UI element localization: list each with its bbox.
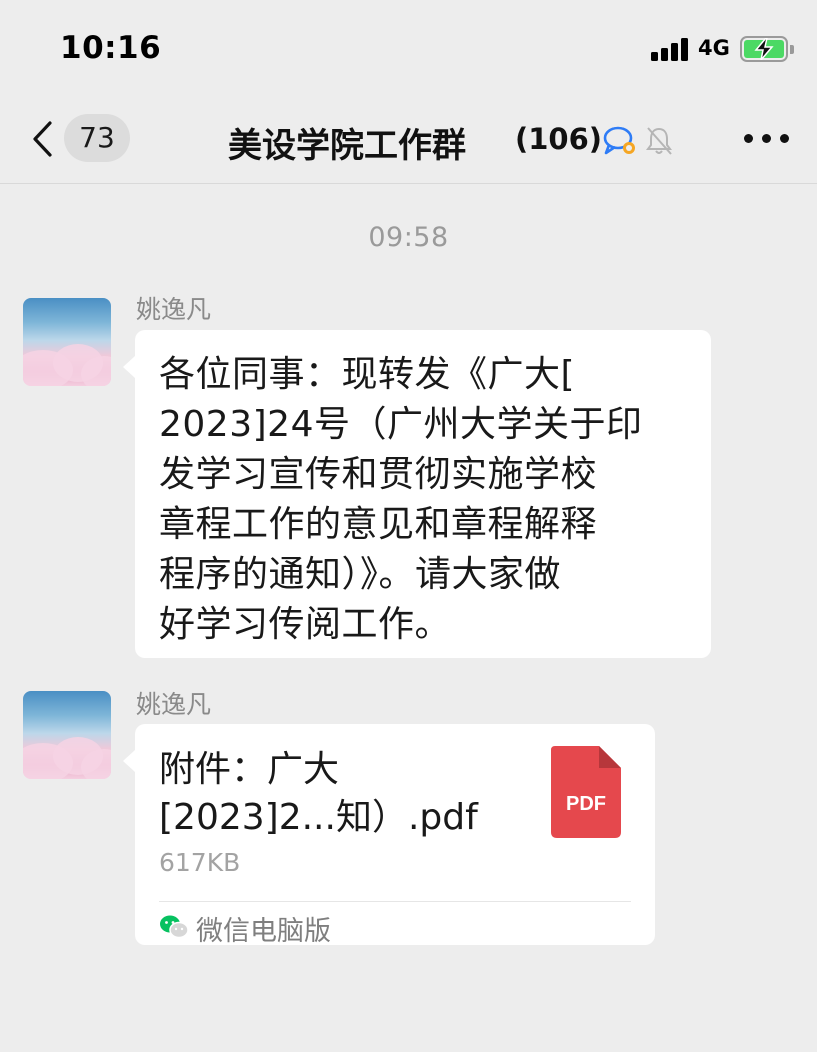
- pdf-file-icon: PDF: [551, 746, 621, 838]
- message-line: 发学习宣传和贯彻实施学校: [159, 454, 598, 495]
- message-line: 好学习传阅工作。: [159, 604, 452, 645]
- back-chevron-icon[interactable]: [30, 120, 54, 158]
- sender-avatar[interactable]: [23, 691, 111, 779]
- message-line: 各位同事：现转发《广大[: [159, 354, 576, 395]
- signal-icon: [651, 37, 691, 61]
- text-message-bubble[interactable]: 各位同事：现转发《广大[ 2023]24号（广州大学关于印 发学习宣传和贯彻实施…: [123, 330, 711, 658]
- file-size: 617KB: [159, 848, 241, 877]
- status-time: 10:16: [60, 30, 162, 66]
- message-line: 程序的通知）》。请大家做: [159, 554, 562, 595]
- sender-name: 姚逸凡: [136, 690, 212, 719]
- file-message-card[interactable]: 附件：广大 [2023]2...知）.pdf 617KB PDF 微信电脑版: [123, 724, 655, 947]
- chat-screen: 10:16 4G 73 美设学院工作群 (106) 09:58 姚逸凡 各位同事…: [0, 0, 817, 1052]
- unread-count-badge[interactable]: 73: [64, 114, 130, 162]
- sender-avatar[interactable]: [23, 298, 111, 386]
- battery-icon: [740, 36, 794, 62]
- sender-name: 姚逸凡: [136, 295, 212, 324]
- file-name-line: 附件：广大: [159, 749, 340, 790]
- group-title: 美设学院工作群: [228, 126, 466, 166]
- group-conversation-icon: [603, 126, 635, 155]
- file-name: 附件：广大 [2023]2...知）.pdf: [159, 746, 519, 842]
- wechat-logo-icon: [160, 915, 189, 939]
- muted-bell-icon: [646, 127, 672, 155]
- message-line: 章程工作的意见和章程解释: [159, 504, 598, 545]
- network-type: 4G: [698, 36, 730, 60]
- status-bar: 10:16 4G: [0, 0, 817, 92]
- more-options-icon[interactable]: [744, 134, 790, 144]
- member-count: (106): [515, 122, 603, 156]
- file-name-line: [2023]2...知）.pdf: [159, 797, 478, 838]
- pdf-icon-label: PDF: [566, 793, 606, 815]
- divider: [159, 901, 631, 902]
- message-timestamp: 09:58: [368, 222, 449, 253]
- source-label: 微信电脑版: [196, 916, 331, 947]
- chat-header: 73 美设学院工作群 (106): [0, 92, 817, 184]
- message-line: 2023]24号（广州大学关于印: [159, 404, 643, 445]
- message-text: 各位同事：现转发《广大[ 2023]24号（广州大学关于印 发学习宣传和贯彻实施…: [159, 350, 699, 650]
